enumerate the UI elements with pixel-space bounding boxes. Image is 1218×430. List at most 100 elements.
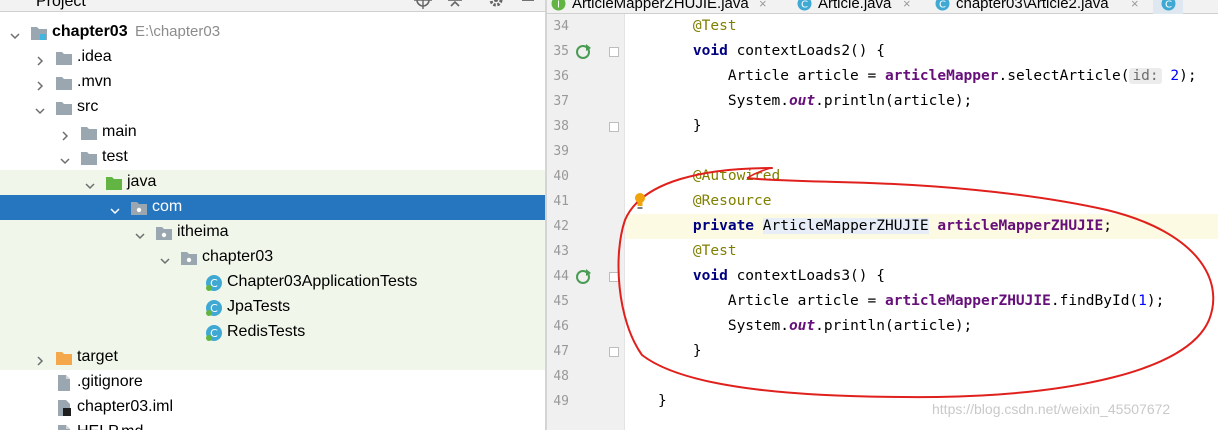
- tree-item-label: test: [102, 148, 128, 165]
- tree-item-label: main: [102, 123, 137, 140]
- chevron-down-icon[interactable]: [160, 253, 170, 265]
- project-title[interactable]: Project: [36, 0, 86, 11]
- tree-item-help-md[interactable]: HELP.md: [0, 420, 546, 430]
- tree-item-itheima[interactable]: itheima: [0, 220, 546, 245]
- chevron-right-icon[interactable]: [35, 78, 45, 91]
- tree-item-idea[interactable]: .idea: [0, 45, 546, 70]
- locate-icon[interactable]: [414, 0, 432, 9]
- tree-item-chapter03applicationtests[interactable]: C Chapter03ApplicationTests: [0, 270, 546, 295]
- line-number: 49: [553, 394, 569, 409]
- tree-item-chapter03[interactable]: chapter03 E:\chapter03: [0, 20, 546, 45]
- project-header: Project: [0, 0, 546, 12]
- close-icon[interactable]: ×: [1131, 0, 1139, 11]
- collapse-all-icon[interactable]: [446, 0, 464, 9]
- svg-text:C: C: [939, 0, 946, 11]
- close-icon[interactable]: ×: [759, 0, 767, 11]
- folder-icon: [80, 124, 98, 141]
- code-line[interactable]: [625, 364, 1218, 389]
- code-line[interactable]: System.out.println(article);: [625, 314, 1218, 339]
- code-line[interactable]: [625, 139, 1218, 164]
- svg-text:I: I: [557, 0, 560, 11]
- intention-bulb-icon[interactable]: [633, 192, 647, 210]
- tree-item-label: itheima: [177, 223, 229, 240]
- chevron-down-icon[interactable]: [110, 203, 120, 215]
- code-line[interactable]: private ArticleMapperZHUJIE articleMappe…: [625, 214, 1218, 239]
- code-token: id:: [1129, 68, 1162, 84]
- chevron-right-icon[interactable]: [35, 353, 45, 366]
- code-token: 2: [1170, 68, 1180, 84]
- code-token: out: [788, 93, 816, 109]
- chevron-down-icon[interactable]: [35, 103, 45, 115]
- code-line[interactable]: @Test: [625, 239, 1218, 264]
- chevron-right-icon[interactable]: [60, 128, 70, 141]
- tree-item-jpatests[interactable]: C JpaTests: [0, 295, 546, 320]
- tree-item-label: chapter03: [52, 23, 128, 40]
- editor-gutter[interactable]: 34 35 36 37 38 39 40 41 42 43 44 45 46 47 48 49: [547, 0, 625, 430]
- code-line[interactable]: Article article = articleMapperZHUJIE.fi…: [625, 289, 1218, 314]
- tree-item-label: chapter03: [202, 248, 274, 265]
- editor-tab[interactable]: C Article.java ×: [797, 0, 917, 14]
- project-tool-window: Project chapter03 E:\chapter03 .idea .mvn sr…: [0, 0, 546, 430]
- tree-item-path: E:\chapter03: [135, 23, 221, 40]
- code-token: }: [658, 118, 702, 134]
- tree-item-chapter03[interactable]: chapter03: [0, 245, 546, 270]
- line-number: 47: [553, 344, 569, 359]
- tree-item-label: JpaTests: [227, 298, 291, 315]
- code-editor[interactable]: 34 35 36 37 38 39 40 41 42 43 44 45 46 47 48 49 @Test v…: [547, 0, 1218, 430]
- code-line[interactable]: }: [625, 114, 1218, 139]
- minimize-icon[interactable]: [519, 0, 537, 9]
- fold-marker-icon[interactable]: [609, 122, 619, 132]
- run-test-icon[interactable]: [576, 43, 592, 59]
- tree-item-gitignore[interactable]: .gitignore: [0, 370, 546, 395]
- editor-tab[interactable]: Cchapter03\Article2.java ×: [935, 0, 1145, 14]
- code-line[interactable]: @Resource: [625, 189, 1218, 214]
- code-line[interactable]: System.out.println(article);: [625, 89, 1218, 114]
- code-line[interactable]: @Autowired: [625, 164, 1218, 189]
- tree-item-main[interactable]: main: [0, 120, 546, 145]
- tree-item-chapter03-iml[interactable]: chapter03.iml: [0, 395, 546, 420]
- tree-item-src[interactable]: src: [0, 95, 546, 120]
- code-token: }: [658, 393, 667, 409]
- code-token: @Autowired: [692, 168, 781, 184]
- tree-item-redistests[interactable]: C RedisTests: [0, 320, 546, 345]
- chevron-down-icon[interactable]: [85, 178, 95, 190]
- code-line[interactable]: }: [625, 339, 1218, 364]
- folder-icon: [55, 99, 73, 116]
- chevron-down-icon[interactable]: [60, 153, 70, 165]
- chevron-right-icon[interactable]: [35, 53, 45, 66]
- code-line[interactable]: @Test: [625, 14, 1218, 39]
- line-number: 37: [553, 94, 569, 109]
- code-token: @Resource: [692, 193, 772, 209]
- line-number: 45: [553, 294, 569, 309]
- code-line[interactable]: void contextLoads2() {: [625, 39, 1218, 64]
- code-line[interactable]: void contextLoads3() {: [625, 264, 1218, 289]
- code-line[interactable]: Article article = articleMapper.selectAr…: [625, 64, 1218, 89]
- code-token: System.: [658, 318, 789, 334]
- run-test-icon[interactable]: [576, 268, 592, 284]
- code-token: private: [692, 218, 755, 234]
- overflow-tab[interactable]: C: [1153, 0, 1183, 14]
- fold-marker-icon[interactable]: [609, 272, 619, 282]
- editor-tab-label: ArticleMapperZHUJIE.java: [572, 0, 749, 12]
- code-token: 1: [1138, 293, 1147, 309]
- chevron-down-icon[interactable]: [135, 228, 145, 240]
- chevron-down-icon[interactable]: [10, 28, 20, 40]
- tree-item-mvn[interactable]: .mvn: [0, 70, 546, 95]
- editor-tab[interactable]: I ArticleMapperZHUJIE.java ×: [551, 0, 773, 14]
- close-icon[interactable]: ×: [903, 0, 911, 11]
- code-token: ArticleMapperZHUJIE: [762, 218, 929, 234]
- module-folder-icon: [30, 24, 48, 41]
- package-icon: [130, 199, 148, 216]
- gear-icon[interactable]: [487, 0, 505, 9]
- fold-marker-icon[interactable]: [609, 47, 619, 57]
- line-number: 34: [553, 19, 569, 34]
- tree-item-target[interactable]: target: [0, 345, 546, 370]
- tree-item-java[interactable]: java: [0, 170, 546, 195]
- fold-marker-icon[interactable]: [609, 347, 619, 357]
- tree-item-com[interactable]: com: [0, 195, 546, 220]
- code-token: void: [692, 43, 728, 59]
- tree-item-test[interactable]: test: [0, 145, 546, 170]
